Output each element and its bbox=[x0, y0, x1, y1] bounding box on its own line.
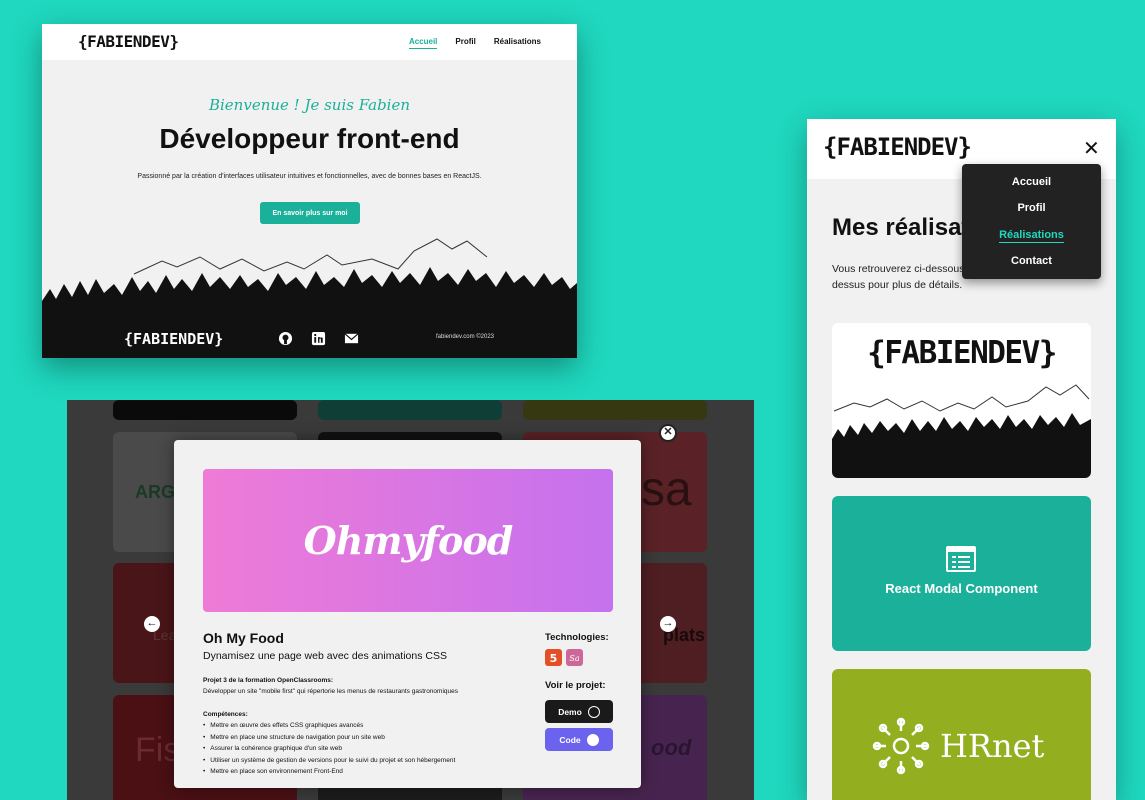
mobile-mockup: {FABIENDEV} ✕ Mes réalisations Vous retr… bbox=[807, 119, 1116, 800]
modal-window-icon bbox=[946, 546, 976, 572]
skills-heading: Compétences: bbox=[203, 711, 248, 718]
menu-item-label: Réalisations bbox=[999, 229, 1064, 243]
close-menu-icon[interactable]: ✕ bbox=[1083, 136, 1100, 161]
project-card-label: {FABIENDEV} bbox=[867, 335, 1057, 371]
next-arrow-icon[interactable]: → bbox=[660, 616, 676, 632]
desktop-header: {FABIENDEV} Accueil Profil Réalisations bbox=[42, 24, 577, 60]
desktop-footer: {FABIENDEV} fabiendev.com ©2023 bbox=[42, 322, 577, 358]
mobile-logo[interactable]: {FABIENDEV} bbox=[823, 133, 972, 161]
gallery-tile-label: sa bbox=[641, 463, 692, 516]
project-modal: Ohmyfood Oh My Food Dynamisez une page w… bbox=[174, 440, 641, 788]
html5-icon: 5 bbox=[545, 649, 562, 666]
mountain-forest-illustration bbox=[42, 238, 577, 329]
project-description: Développer un site "mobile first" qui ré… bbox=[203, 688, 458, 695]
projects-modal-mockup: ARG sa Lea plats Fis ood ← → Ohmyfood Oh… bbox=[67, 400, 754, 800]
hrnet-flower-icon bbox=[872, 717, 930, 775]
project-heading: Projet 3 de la formation OpenClassrooms: bbox=[203, 677, 334, 684]
menu-item-contact[interactable]: Contact bbox=[962, 255, 1101, 267]
gallery-tile-label: ARG bbox=[135, 482, 175, 502]
svg-text:5: 5 bbox=[550, 652, 558, 665]
github-icon[interactable] bbox=[278, 331, 293, 346]
project-banner: Ohmyfood bbox=[203, 469, 613, 612]
prev-arrow-icon[interactable]: ← bbox=[144, 616, 160, 632]
project-card-label: React Modal Component bbox=[885, 581, 1038, 596]
linkedin-icon[interactable] bbox=[311, 331, 326, 346]
skill-item: Utiliser un système de gestion de versio… bbox=[203, 757, 455, 769]
nav-profil[interactable]: Profil bbox=[455, 37, 475, 49]
svg-text:Sa: Sa bbox=[569, 654, 579, 663]
hero-title: Développeur front-end bbox=[159, 123, 460, 154]
modal-close-button[interactable]: ✕ bbox=[659, 424, 677, 442]
welcome-text: Bienvenue ! Je suis Fabien bbox=[208, 96, 411, 114]
sass-icon: Sa bbox=[566, 649, 583, 666]
hero-subtitle: Passionné par la création d'interfaces u… bbox=[137, 173, 482, 180]
technologies-heading: Technologies: bbox=[545, 632, 609, 643]
mountain-forest-illustration bbox=[832, 384, 1091, 478]
code-button[interactable]: Code bbox=[545, 728, 613, 751]
nav-realisations[interactable]: Réalisations bbox=[494, 37, 541, 49]
project-subtitle: Dynamisez une page web avec des animatio… bbox=[203, 650, 447, 662]
desktop-mockup: {FABIENDEV} Accueil Profil Réalisations … bbox=[42, 24, 577, 358]
project-card-hrnet[interactable]: HRnet bbox=[832, 669, 1091, 800]
gallery-tile[interactable] bbox=[318, 400, 502, 420]
technologies-icons: 5 Sa bbox=[545, 649, 583, 666]
project-card-react-modal[interactable]: React Modal Component bbox=[832, 496, 1091, 651]
menu-item-realisations[interactable]: Réalisations bbox=[962, 229, 1101, 243]
mobile-nav-menu: Accueil Profil Réalisations Contact bbox=[962, 164, 1101, 279]
github-icon bbox=[586, 733, 599, 746]
learn-more-button[interactable]: En savoir plus sur moi bbox=[260, 202, 360, 224]
footer-social-icons bbox=[278, 331, 359, 346]
menu-item-profil[interactable]: Profil bbox=[962, 202, 1101, 214]
menu-item-accueil[interactable]: Accueil bbox=[962, 176, 1101, 188]
gallery-tile-label: ood bbox=[651, 735, 692, 760]
project-card-label: HRnet bbox=[940, 727, 1045, 765]
project-title: Oh My Food bbox=[203, 630, 284, 646]
desktop-nav: Accueil Profil Réalisations bbox=[408, 37, 541, 49]
skill-item: Assurer la cohérence graphique d'un site… bbox=[203, 745, 455, 757]
footer-logo: {FABIENDEV} bbox=[124, 330, 224, 348]
mail-icon[interactable] bbox=[344, 331, 359, 346]
demo-button[interactable]: Demo bbox=[545, 700, 613, 723]
nav-accueil[interactable]: Accueil bbox=[408, 37, 438, 49]
skill-item: Mettre en place une structure de navigat… bbox=[203, 734, 455, 746]
skill-item: Mettre en place son environnement Front-… bbox=[203, 768, 455, 780]
project-banner-text: Ohmyfood bbox=[303, 518, 514, 563]
menu-item-label: Profil bbox=[1017, 202, 1046, 214]
demo-label: Demo bbox=[558, 706, 582, 717]
project-card-fabiendev[interactable]: {FABIENDEV} bbox=[832, 323, 1091, 478]
gallery-tile[interactable] bbox=[113, 400, 297, 420]
skills-list: Mettre en œuvre des effets CSS graphique… bbox=[203, 722, 455, 780]
code-label: Code bbox=[559, 734, 581, 745]
skill-item: Mettre en œuvre des effets CSS graphique… bbox=[203, 722, 455, 734]
menu-item-label: Contact bbox=[1011, 255, 1052, 267]
menu-item-label: Accueil bbox=[1011, 176, 1052, 188]
gallery-tile[interactable] bbox=[523, 400, 707, 420]
desktop-logo[interactable]: {FABIENDEV} bbox=[78, 32, 179, 51]
globe-icon bbox=[587, 705, 600, 718]
view-project-heading: Voir le projet: bbox=[545, 680, 606, 691]
footer-copyright: fabiendev.com ©2023 bbox=[436, 334, 495, 340]
